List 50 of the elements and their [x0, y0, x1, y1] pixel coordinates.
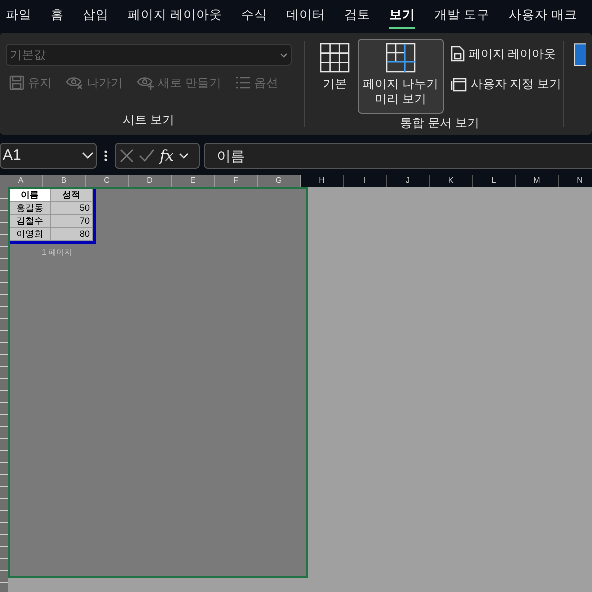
column-header[interactable]: G — [258, 175, 301, 187]
menu-tab[interactable]: 삽입 — [83, 4, 109, 28]
grid-icon — [320, 43, 350, 73]
menu-tab[interactable]: 보기 — [389, 4, 416, 28]
column-header[interactable]: B — [43, 175, 86, 187]
menu-tab[interactable]: 검토 — [344, 4, 370, 28]
menu-tab[interactable]: 사용자 매크 — [508, 4, 578, 28]
menu-tab[interactable]: 데이터 — [286, 4, 326, 28]
group-label: 시트 보기 — [122, 112, 176, 129]
formula-field[interactable]: 이름 — [204, 143, 592, 169]
table-cell: 이영희 — [10, 228, 51, 241]
eye-icon — [137, 75, 155, 91]
table-cell: 80 — [51, 228, 93, 241]
window-icon — [450, 76, 467, 92]
save-icon — [9, 75, 25, 91]
view-button[interactable]: 페이지 레이아웃 — [450, 45, 562, 63]
list-icon — [235, 75, 252, 91]
column-header[interactable]: F — [215, 175, 258, 187]
column-header[interactable]: C — [86, 175, 129, 187]
eye-icon — [66, 75, 84, 91]
menu-tab[interactable]: 홈 — [51, 4, 64, 28]
column-header[interactable]: E — [172, 175, 215, 187]
table-cell: 홍길동 — [10, 202, 51, 215]
page-icon — [450, 46, 465, 62]
page-number-label: 1 페이지 — [42, 247, 73, 259]
view-button[interactable]: 사용자 지정 보기 — [450, 75, 562, 93]
column-header[interactable]: A — [0, 175, 43, 187]
view-button[interactable]: 기본 — [316, 39, 353, 114]
cancel-icon[interactable] — [120, 149, 134, 163]
page-break-icon — [386, 43, 416, 73]
window-icon — [574, 43, 586, 67]
table-cell: 이름 — [10, 189, 51, 202]
menu-tab[interactable]: 파일 — [6, 4, 32, 28]
insert-function-button[interactable]: fx — [160, 144, 174, 168]
view-button[interactable]: 페이지 나누기 미리 보기 — [358, 39, 444, 114]
name-box[interactable]: A1 — [0, 143, 97, 169]
menu-tab[interactable]: 수식 — [241, 4, 268, 28]
group-label: 통합 문서 보기 — [400, 115, 480, 132]
column-header[interactable]: D — [129, 175, 172, 187]
chevron-down-icon — [280, 52, 288, 58]
table-cell: 50 — [51, 202, 93, 215]
table-cell: 70 — [51, 215, 93, 228]
more-icon[interactable] — [104, 150, 108, 162]
table-cell: 김철수 — [10, 215, 51, 228]
menu-tab[interactable]: 페이지 레이아웃 — [128, 4, 222, 28]
check-icon[interactable] — [139, 149, 155, 163]
table-cell: 성적 — [51, 189, 93, 202]
chevron-down-icon — [82, 152, 94, 160]
chevron-down-icon — [179, 152, 190, 160]
menu-tab[interactable]: 개발 도구 — [434, 4, 490, 28]
